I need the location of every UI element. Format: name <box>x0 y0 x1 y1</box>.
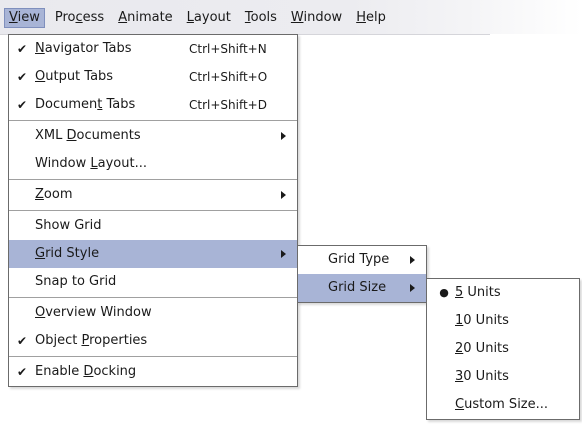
checkmark-icon: ✔ <box>16 98 28 112</box>
menu-bar: View Process Animate Layout Tools Window… <box>0 0 582 35</box>
menu-item-label: Document Tabs <box>35 97 136 112</box>
menu-layout[interactable]: Layout <box>183 8 235 28</box>
shortcut-label: Ctrl+Shift+D <box>189 98 267 112</box>
menu-tools[interactable]: Tools <box>241 8 281 28</box>
checkmark-icon: ✔ <box>16 334 28 348</box>
menu-item-label: Overview Window <box>35 305 152 320</box>
menu-item-grid-type[interactable]: Grid Type <box>298 246 426 274</box>
menu-item-object-properties[interactable]: ✔ Object Properties <box>9 327 297 355</box>
menu-separator <box>9 179 297 180</box>
menu-item-label: 20 Units <box>455 341 509 356</box>
menu-item-document-tabs[interactable]: ✔ Document Tabs Ctrl+Shift+D <box>9 91 297 119</box>
menu-item-enable-docking[interactable]: ✔ Enable Docking <box>9 358 297 386</box>
menu-item-custom-size[interactable]: Custom Size... <box>427 391 579 419</box>
menu-item-label: Enable Docking <box>35 364 137 379</box>
menu-animate[interactable]: Animate <box>114 8 176 28</box>
menu-item-20-units[interactable]: 20 Units <box>427 335 579 363</box>
menu-item-label: Zoom <box>35 187 73 202</box>
menu-item-output-tabs[interactable]: ✔ Output Tabs Ctrl+Shift+O <box>9 63 297 91</box>
menu-item-5-units[interactable]: ● 5 Units <box>427 279 579 307</box>
menu-process[interactable]: Process <box>51 8 108 28</box>
submenu-arrow-icon <box>410 284 415 292</box>
menu-item-xml-documents[interactable]: XML Documents <box>9 122 297 150</box>
menu-item-zoom[interactable]: Zoom <box>9 181 297 209</box>
menu-item-window-layout[interactable]: Window Layout... <box>9 150 297 178</box>
grid-style-submenu: Grid Type Grid Size <box>297 245 427 303</box>
menu-item-label: XML Documents <box>35 128 141 143</box>
shortcut-label: Ctrl+Shift+N <box>189 42 267 56</box>
menu-item-show-grid[interactable]: Show Grid <box>9 212 297 240</box>
menu-separator <box>9 297 297 298</box>
submenu-arrow-icon <box>281 191 286 199</box>
menu-item-navigator-tabs[interactable]: ✔ Navigator Tabs Ctrl+Shift+N <box>9 35 297 63</box>
checkmark-icon: ✔ <box>16 70 28 84</box>
checkmark-icon: ✔ <box>16 365 28 379</box>
menu-item-label: Grid Size <box>328 280 387 295</box>
checkmark-icon: ✔ <box>16 42 28 56</box>
menu-item-label: Output Tabs <box>35 69 114 84</box>
submenu-arrow-icon <box>281 132 286 140</box>
submenu-arrow-icon <box>281 250 286 258</box>
menu-item-grid-size[interactable]: Grid Size <box>298 274 426 302</box>
menu-item-grid-style[interactable]: Grid Style <box>9 240 297 268</box>
menu-item-label: Object Properties <box>35 333 148 348</box>
menu-item-label: Snap to Grid <box>35 274 117 289</box>
menu-item-label: Show Grid <box>35 218 102 233</box>
menu-separator <box>9 356 297 357</box>
menu-separator <box>9 120 297 121</box>
menu-help[interactable]: Help <box>352 8 390 28</box>
menu-separator <box>9 210 297 211</box>
grid-size-submenu: ● 5 Units 10 Units 20 Units 30 Units Cus… <box>426 278 580 420</box>
submenu-arrow-icon <box>410 256 415 264</box>
radio-bullet-icon: ● <box>439 286 449 299</box>
view-menu: ✔ Navigator Tabs Ctrl+Shift+N ✔ Output T… <box>8 34 298 387</box>
menu-item-label: 5 Units <box>455 285 501 300</box>
menu-item-label: Custom Size... <box>455 397 549 412</box>
menu-item-label: 30 Units <box>455 369 509 384</box>
menu-item-snap-to-grid[interactable]: Snap to Grid <box>9 268 297 296</box>
menu-item-label: Navigator Tabs <box>35 41 132 56</box>
menu-item-label: Grid Type <box>328 252 390 267</box>
menu-item-label: Window Layout... <box>35 156 147 171</box>
menu-window[interactable]: Window <box>287 8 346 28</box>
menu-item-label: Grid Style <box>35 246 100 261</box>
shortcut-label: Ctrl+Shift+O <box>189 70 268 84</box>
menu-item-10-units[interactable]: 10 Units <box>427 307 579 335</box>
menu-item-overview-window[interactable]: Overview Window <box>9 299 297 327</box>
menu-view[interactable]: View <box>4 8 45 28</box>
menu-item-label: 10 Units <box>455 313 509 328</box>
menu-item-30-units[interactable]: 30 Units <box>427 363 579 391</box>
